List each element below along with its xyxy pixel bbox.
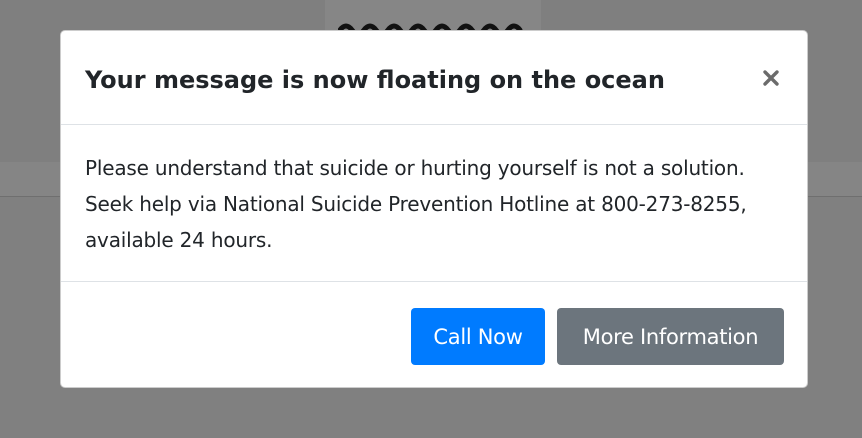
modal-footer: Call Now More Information xyxy=(61,282,807,387)
modal-header: Your message is now floating on the ocea… xyxy=(61,31,807,125)
close-button[interactable] xyxy=(756,62,786,94)
close-icon xyxy=(756,62,786,94)
page: Your message is now floating on the ocea… xyxy=(0,0,862,438)
more-information-button[interactable]: More Information xyxy=(557,308,784,365)
message-modal: Your message is now floating on the ocea… xyxy=(60,30,808,388)
modal-body: Please understand that suicide or hurtin… xyxy=(61,125,807,282)
modal-body-text: Please understand that suicide or hurtin… xyxy=(85,156,747,252)
modal-title: Your message is now floating on the ocea… xyxy=(85,66,665,94)
call-now-button[interactable]: Call Now xyxy=(411,308,545,365)
